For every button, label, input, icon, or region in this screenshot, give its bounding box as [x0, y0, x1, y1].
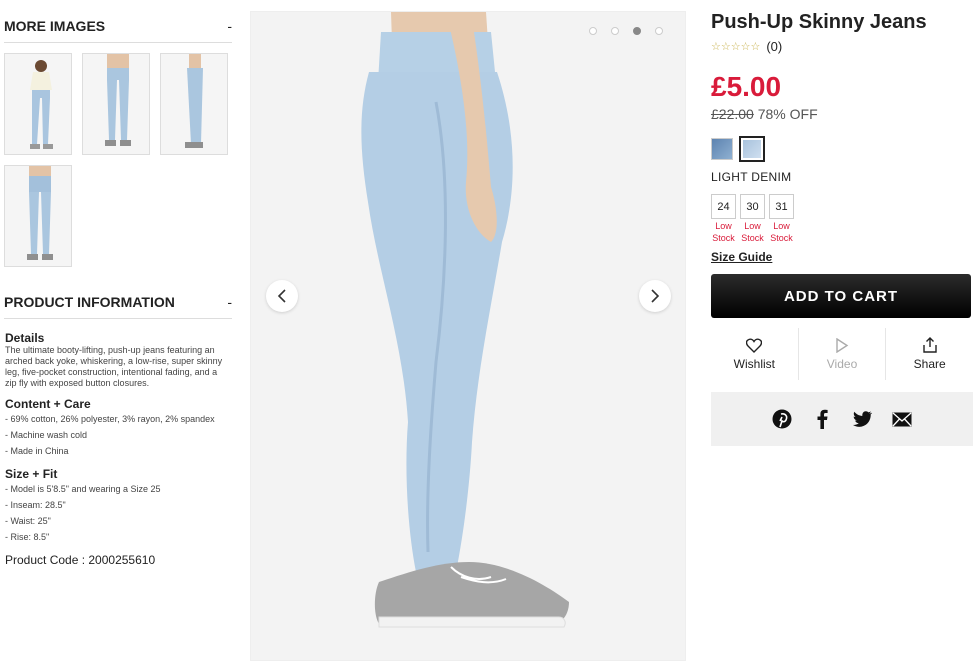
- chevron-left-icon: [277, 289, 286, 303]
- original-price: £22.00: [711, 106, 754, 122]
- content-care-list: - 69% cotton, 26% polyester, 3% rayon, 2…: [5, 414, 231, 457]
- more-images-title: MORE IMAGES: [4, 18, 106, 34]
- collapse-toggle[interactable]: -: [227, 18, 232, 34]
- size-box[interactable]: 24: [711, 194, 736, 219]
- stock-note: Stock: [712, 233, 735, 243]
- social-share-bar: [711, 392, 973, 446]
- add-to-cart-button[interactable]: ADD TO CART: [711, 274, 971, 318]
- next-arrow-button[interactable]: [639, 280, 671, 312]
- wishlist-button[interactable]: Wishlist: [711, 328, 799, 380]
- sale-price: £5.00: [711, 71, 782, 102]
- product-information: PRODUCT INFORMATION - Details The ultima…: [0, 292, 236, 566]
- discount-label: 78% OFF: [757, 106, 818, 122]
- original-price-row: £22.00 78% OFF: [711, 106, 973, 122]
- stock-note: Stock: [770, 233, 793, 243]
- email-icon[interactable]: [892, 409, 912, 429]
- stock-note: Stock: [741, 233, 764, 243]
- list-item: - Inseam: 28.5": [5, 500, 66, 510]
- product-info-title: PRODUCT INFORMATION: [4, 294, 175, 310]
- size-fit-heading: Size + Fit: [5, 467, 58, 481]
- list-item: - Made in China: [5, 446, 69, 456]
- color-swatch-dark-denim[interactable]: [711, 138, 733, 160]
- size-guide-link[interactable]: Size Guide: [711, 250, 973, 264]
- color-swatch-light-denim-selected[interactable]: [739, 136, 765, 162]
- list-item: - Waist: 25": [5, 516, 51, 526]
- rating-count: (0): [766, 39, 783, 54]
- thumbnail-image: [161, 54, 227, 154]
- twitter-icon[interactable]: [852, 409, 872, 429]
- play-icon: [836, 337, 849, 353]
- list-item: - Rise: 8.5": [5, 532, 50, 542]
- size-box[interactable]: 30: [740, 194, 765, 219]
- thumbnail-image: [5, 166, 71, 266]
- product-title: Push-Up Skinny Jeans: [711, 11, 927, 33]
- carousel-dot[interactable]: [655, 27, 663, 35]
- stock-note: Low: [773, 221, 790, 231]
- video-button[interactable]: Video: [799, 328, 887, 380]
- details-text: The ultimate booty-lifting, push-up jean…: [5, 345, 223, 388]
- carousel-dot[interactable]: [611, 27, 619, 35]
- list-item: - Model is 5'8.5" and wearing a Size 25: [5, 484, 161, 494]
- carousel-dot-active[interactable]: [633, 27, 641, 35]
- list-item: - Machine wash cold: [5, 430, 88, 440]
- carousel-dot[interactable]: [589, 27, 597, 35]
- more-images-header[interactable]: MORE IMAGES -: [0, 16, 236, 36]
- star-rating-icon: ☆☆☆☆☆: [711, 41, 761, 53]
- share-icon: [922, 337, 937, 353]
- collapse-toggle[interactable]: -: [227, 294, 232, 310]
- details-section: Details The ultimate booty-lifting, push…: [0, 331, 236, 566]
- wishlist-label: Wishlist: [733, 356, 775, 371]
- size-option[interactable]: 30 Low Stock: [740, 194, 765, 243]
- thumbnail-2[interactable]: [82, 53, 150, 155]
- color-name: LIGHT DENIM: [711, 170, 792, 184]
- rating[interactable]: ☆☆☆☆☆ (0): [711, 39, 973, 54]
- product-code: Product Code : 2000255610: [5, 553, 156, 567]
- size-selector: 24 Low Stock 30 Low Stock 31 Low Stock: [711, 194, 973, 243]
- divider: [4, 42, 232, 43]
- color-swatches: [711, 136, 973, 162]
- thumbnail-image: [5, 54, 71, 154]
- size-option[interactable]: 31 Low Stock: [769, 194, 794, 243]
- share-button[interactable]: Share: [886, 328, 973, 380]
- thumbnail-image: [83, 54, 149, 154]
- stock-note: Low: [715, 221, 732, 231]
- size-fit-list: - Model is 5'8.5" and wearing a Size 25 …: [5, 484, 231, 543]
- thumbnail-3[interactable]: [160, 53, 228, 155]
- stock-note: Low: [744, 221, 761, 231]
- product-photo: [251, 12, 685, 660]
- list-item: - 69% cotton, 26% polyester, 3% rayon, 2…: [5, 414, 215, 424]
- previous-arrow-button[interactable]: [266, 280, 298, 312]
- size-option[interactable]: 24 Low Stock: [711, 194, 736, 243]
- size-box[interactable]: 31: [769, 194, 794, 219]
- chevron-right-icon: [651, 289, 660, 303]
- video-label: Video: [826, 356, 858, 371]
- pinterest-icon[interactable]: [772, 409, 792, 429]
- carousel-dots: [589, 27, 663, 35]
- share-label: Share: [913, 357, 946, 371]
- heart-icon: [746, 337, 763, 353]
- main-product-image: [250, 11, 686, 661]
- action-bar: Wishlist Video Share: [711, 328, 973, 380]
- thumbnail-4[interactable]: [4, 165, 72, 267]
- details-heading: Details: [5, 331, 45, 345]
- product-info-header[interactable]: PRODUCT INFORMATION -: [0, 292, 236, 312]
- facebook-icon[interactable]: [812, 409, 832, 429]
- content-care-heading: Content + Care: [5, 397, 91, 411]
- thumbnail-1[interactable]: [4, 53, 72, 155]
- divider: [4, 318, 232, 319]
- product-details-panel: Push-Up Skinny Jeans ☆☆☆☆☆ (0) £5.00 £22…: [711, 0, 973, 446]
